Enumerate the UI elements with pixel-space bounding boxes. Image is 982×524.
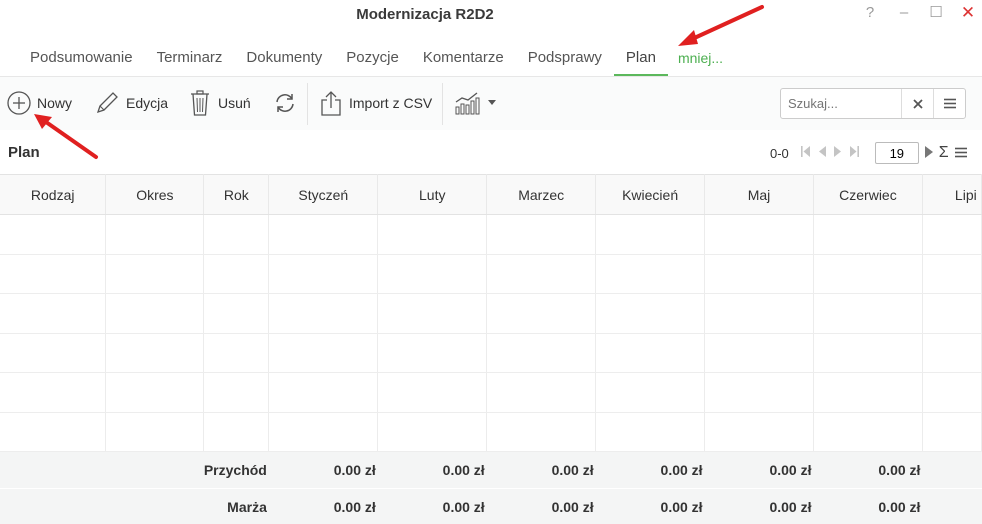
page-size-input[interactable] — [874, 142, 919, 164]
chevron-down-icon — [488, 100, 496, 105]
prev-page-icon[interactable] — [818, 146, 826, 160]
close-icon[interactable]: ✕ — [958, 4, 978, 22]
summary-value: 0.00 zł — [486, 488, 596, 524]
column-header[interactable]: Lipi — [922, 174, 982, 215]
column-header[interactable]: Kwiecień — [595, 174, 706, 215]
table-row — [0, 214, 982, 255]
summary-value: 0.00 zł — [704, 488, 814, 524]
clear-icon[interactable] — [901, 89, 933, 118]
summary-label: Marża — [203, 488, 269, 524]
summary-value: 0.00 zł — [268, 451, 378, 489]
toolbar-divider — [442, 83, 443, 125]
edit-button-label: Edycja — [126, 95, 169, 111]
summary-value: 0.00 zł — [595, 451, 705, 489]
column-header[interactable]: Maj — [704, 174, 814, 215]
summary-label: Przychód — [203, 451, 269, 489]
upload-icon — [321, 91, 341, 116]
minimize-icon[interactable]: – — [894, 4, 914, 22]
column-header[interactable]: Styczeń — [268, 174, 379, 215]
chart-dropdown-button[interactable] — [453, 87, 503, 119]
summary-value: 0.00 zł — [704, 451, 814, 489]
record-count: 0-0 — [770, 145, 789, 161]
column-header[interactable]: Marzec — [486, 174, 597, 215]
tab-plan[interactable]: Plan — [613, 40, 668, 76]
summary-value: 0.00 zł — [377, 451, 487, 489]
search-box — [780, 88, 966, 119]
refresh-button[interactable] — [273, 87, 303, 119]
plan-table: Rodzaj Okres Rok Styczeń Luty Marzec Kwi… — [0, 174, 982, 524]
summary-value: 0.00 zł — [268, 488, 378, 524]
column-header[interactable]: Luty — [377, 174, 488, 215]
header-row: Rodzaj Okres Rok Styczeń Luty Marzec Kwi… — [0, 174, 982, 215]
edit-button[interactable]: Edycja — [94, 87, 168, 119]
columns-menu-icon[interactable] — [954, 146, 967, 161]
plan-grid: Rodzaj Okres Rok Styczeń Luty Marzec Kwi… — [0, 174, 982, 524]
delete-button[interactable]: Usuń — [188, 87, 251, 119]
column-header[interactable]: Rodzaj — [0, 174, 107, 215]
menu-icon[interactable] — [933, 89, 965, 118]
annotation-arrow-new — [34, 114, 98, 159]
pager: 0-0 Σ — [770, 140, 967, 166]
import-csv-label: Import z CSV — [349, 95, 433, 111]
summary-value: 0.00 zł — [813, 451, 923, 489]
tab-podsprawy[interactable]: Podsprawy — [516, 40, 614, 76]
refresh-icon — [276, 94, 294, 112]
plus-circle-icon — [7, 91, 31, 115]
last-page-icon[interactable] — [849, 146, 859, 160]
trash-icon — [191, 90, 209, 116]
tab-pozycje[interactable]: Pozycje — [334, 40, 411, 76]
page-size-apply-icon[interactable] — [924, 145, 933, 161]
first-page-icon[interactable] — [800, 146, 810, 160]
table-row — [0, 254, 982, 294]
column-header[interactable]: Rok — [203, 174, 270, 215]
new-button-label: Nowy — [37, 95, 73, 111]
tab-terminarz[interactable]: Terminarz — [145, 40, 235, 76]
next-page-icon[interactable] — [833, 146, 842, 160]
summary-row-margin: Marża 0.00 zł 0.00 zł 0.00 zł 0.00 zł 0.… — [0, 488, 982, 524]
summary-value: 0.00 zł — [377, 488, 487, 524]
chart-icon — [455, 92, 480, 115]
summary-value: 0.00 zł — [595, 488, 705, 524]
tab-komentarze[interactable]: Komentarze — [411, 40, 516, 76]
column-header[interactable]: Okres — [105, 174, 205, 215]
summary-value: 0.00 zł — [486, 451, 596, 489]
summary-row-revenue: Przychód 0.00 zł 0.00 zł 0.00 zł 0.00 zł… — [0, 451, 982, 489]
search-input[interactable] — [781, 89, 901, 118]
table-row — [0, 412, 982, 452]
table-row — [0, 293, 982, 334]
title-bar: Modernizacja R2D2 ? – ☐ ✕ — [0, 0, 982, 34]
annotation-arrow-plan — [678, 5, 764, 46]
tab-dokumenty[interactable]: Dokumenty — [234, 40, 334, 76]
import-csv-button[interactable]: Import z CSV — [319, 87, 432, 119]
toolbar-divider — [307, 83, 308, 125]
tab-podsumowanie[interactable]: Podsumowanie — [18, 40, 145, 76]
sigma-icon[interactable]: Σ — [939, 144, 949, 162]
table-row — [0, 333, 982, 373]
maximize-icon[interactable]: ☐ — [926, 4, 946, 22]
delete-button-label: Usuń — [218, 95, 251, 111]
help-icon[interactable]: ? — [860, 4, 880, 22]
table-row — [0, 372, 982, 413]
summary-value: 0.00 zł — [813, 488, 923, 524]
toolbar: Nowy Edycja Usuń Import z CSV — [0, 76, 982, 130]
column-header[interactable]: Czerwiec — [813, 174, 923, 215]
tab-bar: Podsumowanie Terminarz Dokumenty Pozycje… — [0, 40, 982, 76]
